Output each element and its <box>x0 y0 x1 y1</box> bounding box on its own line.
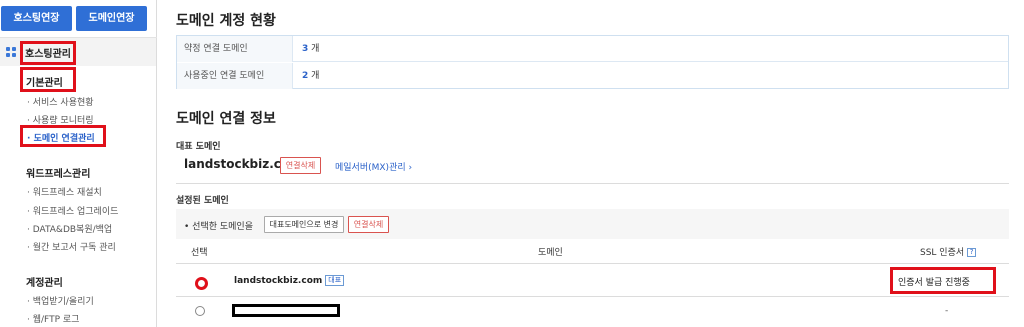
sidebar-item-data-db[interactable]: · DATA&DB복원/백업 <box>27 222 112 235</box>
highlight-circle <box>195 277 208 290</box>
domain-extend-button[interactable]: 도메인연장 <box>76 6 147 31</box>
sidebar-item-wp-upgrade[interactable]: · 워드프레스 업그레이드 <box>27 204 118 217</box>
highlight-box <box>890 267 996 294</box>
sidebar-item-label: 웹/FTP 로그 <box>32 315 80 325</box>
highlight-box <box>20 125 106 147</box>
divider <box>176 183 1009 184</box>
sidebar-item-label: 워드프레스 업그레이드 <box>32 207 119 217</box>
summary-label: 사용중인 연결 도메인 <box>177 63 293 89</box>
highlight-box <box>20 41 76 65</box>
sidebar-item-backup[interactable]: · 백업받기/올리기 <box>27 294 94 307</box>
sidebar-group-account[interactable]: 계정관리 <box>26 274 63 289</box>
sidebar-item-label: DATA&DB복원/백업 <box>32 225 113 235</box>
configured-domain-label: 설정된 도메인 <box>176 196 229 206</box>
main-content: 도메인 계정 현황 약정 연결 도메인 3 개 사용중인 연결 도메인 2 개 … <box>158 0 1024 327</box>
sidebar-item-wp-reinstall[interactable]: · 워드프레스 재설치 <box>27 185 102 198</box>
ssl-status: - <box>945 306 949 316</box>
column-header-domain: 도메인 <box>538 248 563 258</box>
page-title: 도메인 계정 현황 <box>176 13 276 29</box>
summary-label: 약정 연결 도메인 <box>177 36 293 62</box>
rep-badge: 대표 <box>325 275 345 286</box>
summary-value: 2 개 <box>302 71 320 81</box>
row-domain: landstockbiz.com 대표 <box>234 275 345 286</box>
summary-value: 3 개 <box>302 44 320 54</box>
column-header-ssl: SSL 인증서? <box>920 245 977 258</box>
row-select-radio[interactable] <box>195 306 205 316</box>
table-row: 약정 연결 도메인 3 개 <box>177 36 1008 62</box>
sidebar-item-service-usage[interactable]: · 서비스 사용현황 <box>27 95 94 108</box>
rep-domain-label: 대표 도메인 <box>176 142 221 152</box>
domain-summary-table: 약정 연결 도메인 3 개 사용중인 연결 도메인 2 개 <box>176 35 1009 89</box>
disconnect-selected-button[interactable]: 연결삭제 <box>348 216 389 233</box>
help-icon[interactable]: ? <box>967 248 977 257</box>
grid-icon <box>6 47 17 58</box>
sidebar-group-wordpress[interactable]: 워드프레스관리 <box>26 165 90 180</box>
set-rep-domain-button[interactable]: 대표도메인으로 변경 <box>264 216 344 233</box>
highlight-box <box>20 67 76 92</box>
divider <box>176 263 1009 264</box>
sidebar-item-monthly-report[interactable]: · 월간 보고서 구독 관리 <box>27 240 116 253</box>
action-text: • 선택한 도메인을 <box>184 222 253 232</box>
sidebar: 호스팅연장 도메인연장 호스팅관리 기본관리 · 서비스 사용현황 · 사용량 … <box>0 0 157 327</box>
column-header-select: 선택 <box>191 248 208 258</box>
sidebar-item-label: 워드프레스 재설치 <box>32 188 102 198</box>
sidebar-item-label: 백업받기/올리기 <box>32 297 94 307</box>
sidebar-item-web-ftp-log[interactable]: · 웹/FTP 로그 <box>27 312 79 325</box>
section-title: 도메인 연결 정보 <box>176 111 276 127</box>
mx-management-link[interactable]: 메일서버(MX)관리 › <box>335 160 412 173</box>
sidebar-item-label: 서비스 사용현황 <box>32 98 94 108</box>
table-row: 사용중인 연결 도메인 2 개 <box>177 63 1008 89</box>
redacted-domain <box>232 304 340 317</box>
hosting-extend-button[interactable]: 호스팅연장 <box>1 6 72 31</box>
divider <box>176 296 1009 297</box>
sidebar-item-label: 월간 보고서 구독 관리 <box>32 243 116 253</box>
disconnect-rep-button[interactable]: 연결삭제 <box>280 157 321 174</box>
